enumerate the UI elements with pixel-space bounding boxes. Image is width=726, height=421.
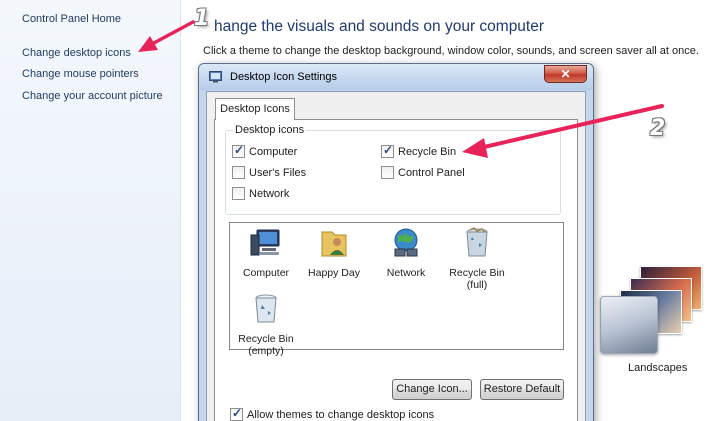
recycle-bin-full-icon: [466, 227, 488, 257]
icon-label-computer: Computer: [242, 267, 290, 279]
change-account-picture-link[interactable]: Change your account picture: [22, 90, 163, 102]
tab-desktop-icons[interactable]: Desktop Icons: [215, 98, 295, 120]
recycle-bin-empty-icon: [255, 294, 277, 323]
computer-checkbox-row[interactable]: Computer: [232, 143, 298, 158]
control-panel-checkbox-label: Control Panel: [398, 166, 465, 179]
icon-label-network: Network: [386, 267, 426, 279]
change-mouse-pointers-link[interactable]: Change mouse pointers: [22, 68, 139, 80]
callout-number-2: 2: [650, 116, 666, 141]
icon-tile-network[interactable]: Network: [373, 227, 439, 279]
icon-tile-recycle-bin-full[interactable]: Recycle Bin (full): [444, 227, 510, 291]
callout-number-1: 1: [194, 6, 210, 31]
landscapes-theme-label: Landscapes: [628, 362, 688, 374]
computer-checkbox-label: Computer: [249, 145, 298, 158]
icon-tile-recycle-bin-empty[interactable]: Recycle Bin (empty): [233, 293, 299, 357]
network-checkbox-label: Network: [249, 187, 290, 200]
dialog-title: Desktop Icon Settings: [230, 71, 338, 83]
icon-tile-computer[interactable]: Computer: [233, 227, 299, 279]
icon-sublabel-recycle-bin-empty: (empty): [248, 345, 284, 357]
page-title: hange the visuals and sounds on your com…: [214, 18, 545, 35]
page-description: Click a theme to change the desktop back…: [203, 45, 699, 57]
desktop-icons-group-label: Desktop icons: [233, 124, 307, 136]
users-files-checkbox-label: User's Files: [249, 166, 307, 179]
change-icon-button[interactable]: Change Icon...: [392, 379, 472, 400]
restore-default-button[interactable]: Restore Default: [480, 379, 564, 400]
network-checkbox-row[interactable]: Network: [232, 187, 289, 200]
allow-themes-checkbox-label: Allow themes to change desktop icons: [247, 408, 435, 421]
desktop-icon-preview-list[interactable]: Computer Happy Day Network Recycle Bin (…: [229, 222, 564, 357]
allow-themes-checkbox-row[interactable]: Allow themes to change desktop icons: [230, 406, 435, 421]
allow-themes-checkbox[interactable]: [230, 406, 243, 421]
icon-label-recycle-bin-full: Recycle Bin: [449, 267, 505, 279]
dialog-titlebar[interactable]: Desktop Icon Settings ✕: [199, 64, 593, 90]
landscapes-theme-thumbnail[interactable]: [600, 296, 658, 354]
close-button[interactable]: ✕: [544, 65, 587, 83]
recycle-bin-checkbox[interactable]: [381, 143, 394, 158]
icon-sublabel-recycle-bin-full: (full): [466, 279, 488, 291]
recycle-bin-checkbox-row[interactable]: Recycle Bin: [381, 143, 457, 158]
recycle-bin-checkbox-label: Recycle Bin: [398, 145, 457, 158]
computer-checkbox[interactable]: [232, 143, 245, 158]
desktop-settings-icon: [209, 71, 222, 83]
user-folder-icon: [321, 231, 347, 257]
icon-tile-happy-day[interactable]: Happy Day: [301, 227, 367, 279]
network-globe-icon: [394, 228, 418, 257]
computer-icon: [250, 229, 280, 256]
icon-label-happy-day: Happy Day: [308, 267, 360, 279]
users-files-checkbox[interactable]: [232, 166, 245, 179]
control-panel-checkbox[interactable]: [381, 166, 394, 179]
control-panel-checkbox-row[interactable]: Control Panel: [381, 166, 465, 179]
control-panel-home-link[interactable]: Control Panel Home: [22, 13, 121, 25]
icon-label-recycle-bin-empty: Recycle Bin: [238, 333, 294, 345]
change-desktop-icons-link[interactable]: Change desktop icons: [22, 47, 131, 59]
desktop-icons-groupbox: Desktop icons Computer Recycle Bin User'…: [225, 124, 561, 215]
users-files-checkbox-row[interactable]: User's Files: [232, 166, 306, 179]
left-nav-pane: Control Panel Home Change desktop icons …: [0, 0, 181, 421]
network-checkbox[interactable]: [232, 187, 245, 200]
